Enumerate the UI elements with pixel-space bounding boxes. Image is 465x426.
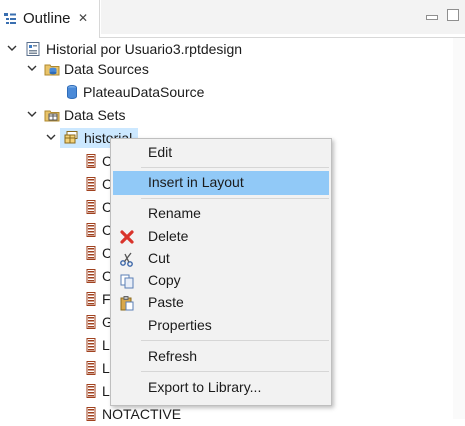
column-icon [86,361,96,375]
menu-item-label: Cut [148,250,170,266]
menu-item-label: Delete [148,228,189,244]
menu-item-label: Export to Library... [148,379,262,395]
column-icon [86,407,96,421]
tree-item-plateau-data-source[interactable]: PlateauDataSource [0,81,465,104]
tree-item-label: NOTACTIVE [102,406,182,422]
menu-item-properties[interactable]: Properties [113,314,329,338]
menu-item-insert-in-layout[interactable]: Insert in Layout [113,171,329,195]
report-design-icon [26,42,40,56]
outline-tab-label: Outline [23,10,71,27]
paste-icon [120,296,134,311]
chevron-down-icon[interactable] [45,131,57,143]
menu-separator [141,167,329,168]
close-icon[interactable]: ✕ [78,11,88,25]
chevron-down-icon[interactable] [26,108,38,120]
outline-tab[interactable]: Outline ✕ [0,0,100,38]
column-icon [86,384,96,398]
menu-item-paste[interactable]: Paste [113,291,329,315]
tab-strip [101,0,465,34]
tree-item-label: PlateauDataSource [83,84,205,100]
chevron-down-icon[interactable] [26,62,38,74]
column-icon [86,154,96,168]
menu-item-copy[interactable]: Copy [113,269,329,293]
menu-item-edit[interactable]: Edit [113,141,329,165]
delete-icon [120,230,134,244]
tree-item-label: L [102,360,110,376]
column-icon [86,246,96,260]
menu-item-label: Properties [148,317,212,333]
column-icon [86,200,96,214]
column-icon [86,269,96,283]
menu-item-label: Rename [148,205,201,221]
menu-item-label: Refresh [148,348,198,364]
menu-item-rename[interactable]: Rename [113,202,329,226]
menu-item-label: Edit [148,144,173,160]
column-icon [86,292,96,306]
menu-item-delete[interactable]: Delete [113,225,329,249]
tree-item-label: Data Sets [64,107,126,123]
tree-item-label: L [102,383,110,399]
maximize-icon[interactable] [447,9,459,21]
column-icon [86,338,96,352]
menu-separator [141,198,329,199]
tree-item-data-sets[interactable]: Data Sets [0,104,465,127]
column-icon [86,177,96,191]
tree-item-label: Data Sources [64,61,149,77]
scissors-icon [120,252,133,267]
menu-separator [141,371,329,372]
menu-item-label: Insert in Layout [148,174,244,190]
database-icon [67,85,77,99]
menu-item-export-to-library[interactable]: Export to Library... [113,376,329,400]
vertical-scrollbar[interactable] [453,38,465,419]
outline-icon [4,13,16,24]
menu-item-cut[interactable]: Cut [113,247,329,271]
menu-item-label: Copy [148,272,181,288]
data-sets-folder-icon [44,110,60,122]
context-menu: Edit Insert in Layout Rename Delete Cut … [110,138,332,406]
minimize-icon[interactable] [426,15,438,20]
menu-item-refresh[interactable]: Refresh [113,345,329,369]
column-icon [86,315,96,329]
tree-item-label: L [102,337,110,353]
data-sources-folder-icon [44,64,60,76]
tree-item-data-sources[interactable]: Data Sources [0,58,465,81]
column-icon [86,223,96,237]
copy-icon [120,274,134,289]
dataset-icon [64,131,78,144]
chevron-down-icon[interactable] [6,42,18,54]
view-header: Outline ✕ [0,0,465,38]
tree-item-column[interactable]: NOTACTIVE [0,403,465,426]
tree-item-label: Historial por Usuario3.rptdesign [46,41,243,57]
menu-separator [141,340,329,341]
menu-item-label: Paste [148,294,184,310]
